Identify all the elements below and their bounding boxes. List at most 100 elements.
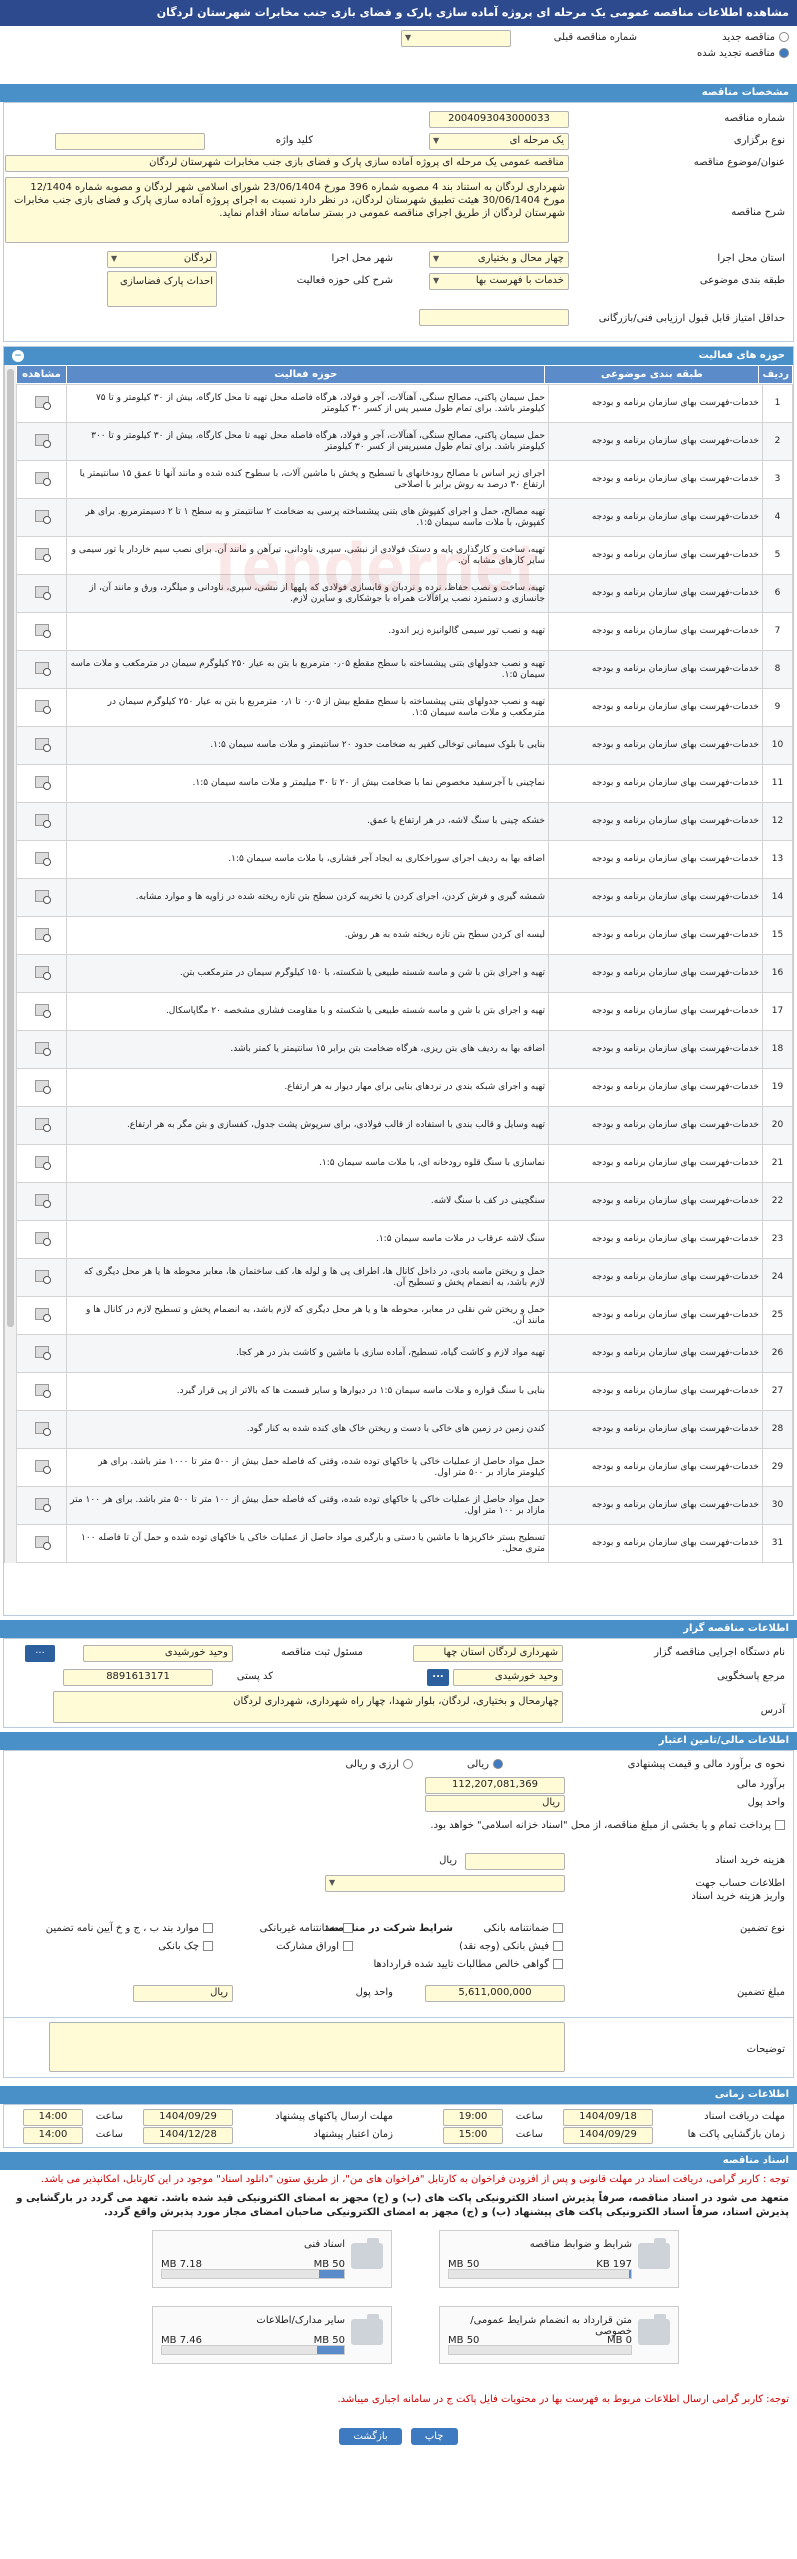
view-document-icon[interactable]	[34, 585, 51, 600]
doc-file-2-bar	[161, 2269, 345, 2279]
view-document-icon[interactable]	[34, 737, 51, 752]
row-number: 29	[762, 1448, 793, 1487]
view-document-icon[interactable]	[34, 775, 51, 790]
min-score-field[interactable]	[419, 309, 569, 326]
radio-icon[interactable]	[779, 48, 789, 58]
view-document-icon[interactable]	[34, 1383, 51, 1398]
section-docs: اسناد مناقصه	[0, 2152, 797, 2170]
checkbox-icon[interactable]	[553, 1941, 563, 1951]
back-button[interactable]: بازگشت	[339, 2428, 402, 2445]
row-activity: تسطیح بستر خاکریزها با ماشین یا دستی و ب…	[66, 1524, 549, 1563]
doc-file-4[interactable]: سایر مدارک/اطلاعات 7.46 MB 50 MB	[152, 2306, 392, 2364]
row-number: 3	[762, 460, 793, 499]
view-document-icon[interactable]	[34, 1155, 51, 1170]
checkbox-icon[interactable]	[343, 1941, 353, 1951]
doc-file-3[interactable]: متن قرارداد به انضمام شرایط عمومی/خصوصی …	[439, 2306, 679, 2364]
org-box: نام دستگاه اجرایی مناقصه گزار شهرداری لر…	[3, 1638, 794, 1728]
keyword-field[interactable]	[55, 133, 205, 150]
view-document-icon[interactable]	[34, 1497, 51, 1512]
view-document-icon[interactable]	[34, 1535, 51, 1550]
radio-renewed-tender[interactable]: مناقصه تجدید شده	[697, 48, 789, 59]
resp-label: مسئول ثبت مناقصه	[281, 1647, 363, 1658]
amt-field: 5,611,000,000	[425, 1985, 565, 2002]
view-document-icon[interactable]	[34, 1193, 51, 1208]
type-select[interactable]: یک مرحله ای	[429, 133, 569, 150]
checkbox-icon[interactable]	[775, 1820, 785, 1830]
view-document-icon[interactable]	[34, 889, 51, 904]
view-document-icon[interactable]	[34, 699, 51, 714]
submit-time-label: ساعت	[95, 2111, 123, 2122]
view-document-icon[interactable]	[34, 1269, 51, 1284]
radio-new-tender[interactable]: مناقصه جدید	[722, 32, 789, 43]
checkbox-icon[interactable]	[203, 1923, 213, 1933]
view-document-icon[interactable]	[34, 509, 51, 524]
row-activity: نماچینی با آجرسفید مخصوص نما با ضخامت بی…	[66, 764, 549, 803]
view-document-icon[interactable]	[34, 1345, 51, 1360]
view-document-icon[interactable]	[34, 1231, 51, 1246]
doc-file-2[interactable]: اسناد فنی 7.18 MB 50 MB	[152, 2230, 392, 2288]
g1-check[interactable]: ضمانتنامه بانکی	[483, 1923, 563, 1934]
row-number: 30	[762, 1486, 793, 1525]
category-select[interactable]: خدمات با فهرست بها	[429, 273, 569, 290]
fin-desc-field[interactable]	[49, 2022, 565, 2072]
view-document-icon[interactable]	[34, 927, 51, 942]
acct-select[interactable]	[325, 1875, 565, 1892]
province-select[interactable]: چهار محال و بختیاری	[429, 251, 569, 268]
row-number: 24	[762, 1258, 793, 1297]
view-document-icon[interactable]	[34, 965, 51, 980]
min-score-label: حداقل امتیاز قابل قبول ارزیابی فنی/بازرگ…	[598, 313, 785, 324]
grid-scrollbar[interactable]	[4, 365, 16, 1563]
view-document-icon[interactable]	[34, 1117, 51, 1132]
checkbox-icon[interactable]	[203, 1941, 213, 1951]
doc-file-1[interactable]: شرایط و ضوابط مناقصه 197 KB 50 MB	[439, 2230, 679, 2288]
view-document-icon[interactable]	[34, 623, 51, 638]
tender-number-label: شماره مناقصه	[724, 113, 785, 124]
view-document-icon[interactable]	[34, 813, 51, 828]
view-document-icon[interactable]	[34, 395, 51, 410]
view-document-icon[interactable]	[34, 851, 51, 866]
row-view-cell	[16, 650, 67, 689]
view-document-icon[interactable]	[34, 1003, 51, 1018]
prev-tender-select[interactable]	[401, 30, 511, 47]
table-row: 29 خدمات-فهرست بهای سازمان برنامه و بودجه…	[16, 1448, 793, 1487]
resp-lookup-button[interactable]: ...	[25, 1645, 55, 1662]
view-document-icon[interactable]	[34, 433, 51, 448]
g7-check[interactable]: گواهی خالص مطالبات تایید شده قراردادها	[373, 1959, 563, 1970]
row-category: خدمات-فهرست بهای سازمان برنامه و بودجه	[548, 422, 763, 461]
row-activity: تهیه و اجرای شبکه بندی در نردهای بنایی ب…	[66, 1068, 549, 1107]
radio-fx[interactable]: ارزی و ریالی	[346, 1759, 413, 1770]
folder-icon	[351, 2238, 383, 2269]
row-view-cell	[16, 1486, 67, 1525]
radio-icon[interactable]	[403, 1759, 413, 1769]
title-field: مناقصه عمومی یک مرحله ای پروژه آماده ساز…	[5, 155, 569, 172]
city-select[interactable]: لردگان	[107, 251, 217, 268]
view-document-icon[interactable]	[34, 1079, 51, 1094]
view-document-icon[interactable]	[34, 1307, 51, 1322]
row-view-cell	[16, 1372, 67, 1411]
checkbox-icon[interactable]	[553, 1923, 563, 1933]
view-document-icon[interactable]	[34, 1041, 51, 1056]
radio-icon[interactable]	[493, 1759, 503, 1769]
row-category: خدمات-فهرست بهای سازمان برنامه و بودجه	[548, 1106, 763, 1145]
collapse-icon[interactable]: −	[12, 350, 24, 362]
submit-date: 1404/09/29	[143, 2109, 233, 2126]
row-activity: بنایی با سنگ قواره و ملات ماسه سیمان ۱:۵…	[66, 1372, 549, 1411]
view-document-icon[interactable]	[34, 1459, 51, 1474]
print-button[interactable]: چاپ	[410, 2428, 458, 2445]
ref-lookup-button[interactable]: ...	[427, 1669, 449, 1686]
radio-rial[interactable]: ریالی	[467, 1759, 503, 1770]
g5-check[interactable]: اوراق مشارکت	[276, 1941, 353, 1952]
g3-check[interactable]: موارد بند ب ، ج و خ آیین نامه تضمین	[46, 1923, 213, 1934]
view-document-icon[interactable]	[34, 661, 51, 676]
view-document-icon[interactable]	[34, 547, 51, 562]
g2-check[interactable]: ضمانتنامه غیربانکی	[260, 1923, 353, 1934]
col-row: ردیف	[758, 365, 793, 384]
checkbox-icon[interactable]	[553, 1959, 563, 1969]
g4-check[interactable]: فیش بانکی (وجه نقد)	[459, 1941, 563, 1952]
g6-check[interactable]: چک بانکی	[158, 1941, 213, 1952]
view-document-icon[interactable]	[34, 1421, 51, 1436]
radio-icon[interactable]	[779, 32, 789, 42]
row-number: 15	[762, 916, 793, 955]
view-document-icon[interactable]	[34, 471, 51, 486]
checkbox-icon[interactable]	[343, 1923, 353, 1933]
